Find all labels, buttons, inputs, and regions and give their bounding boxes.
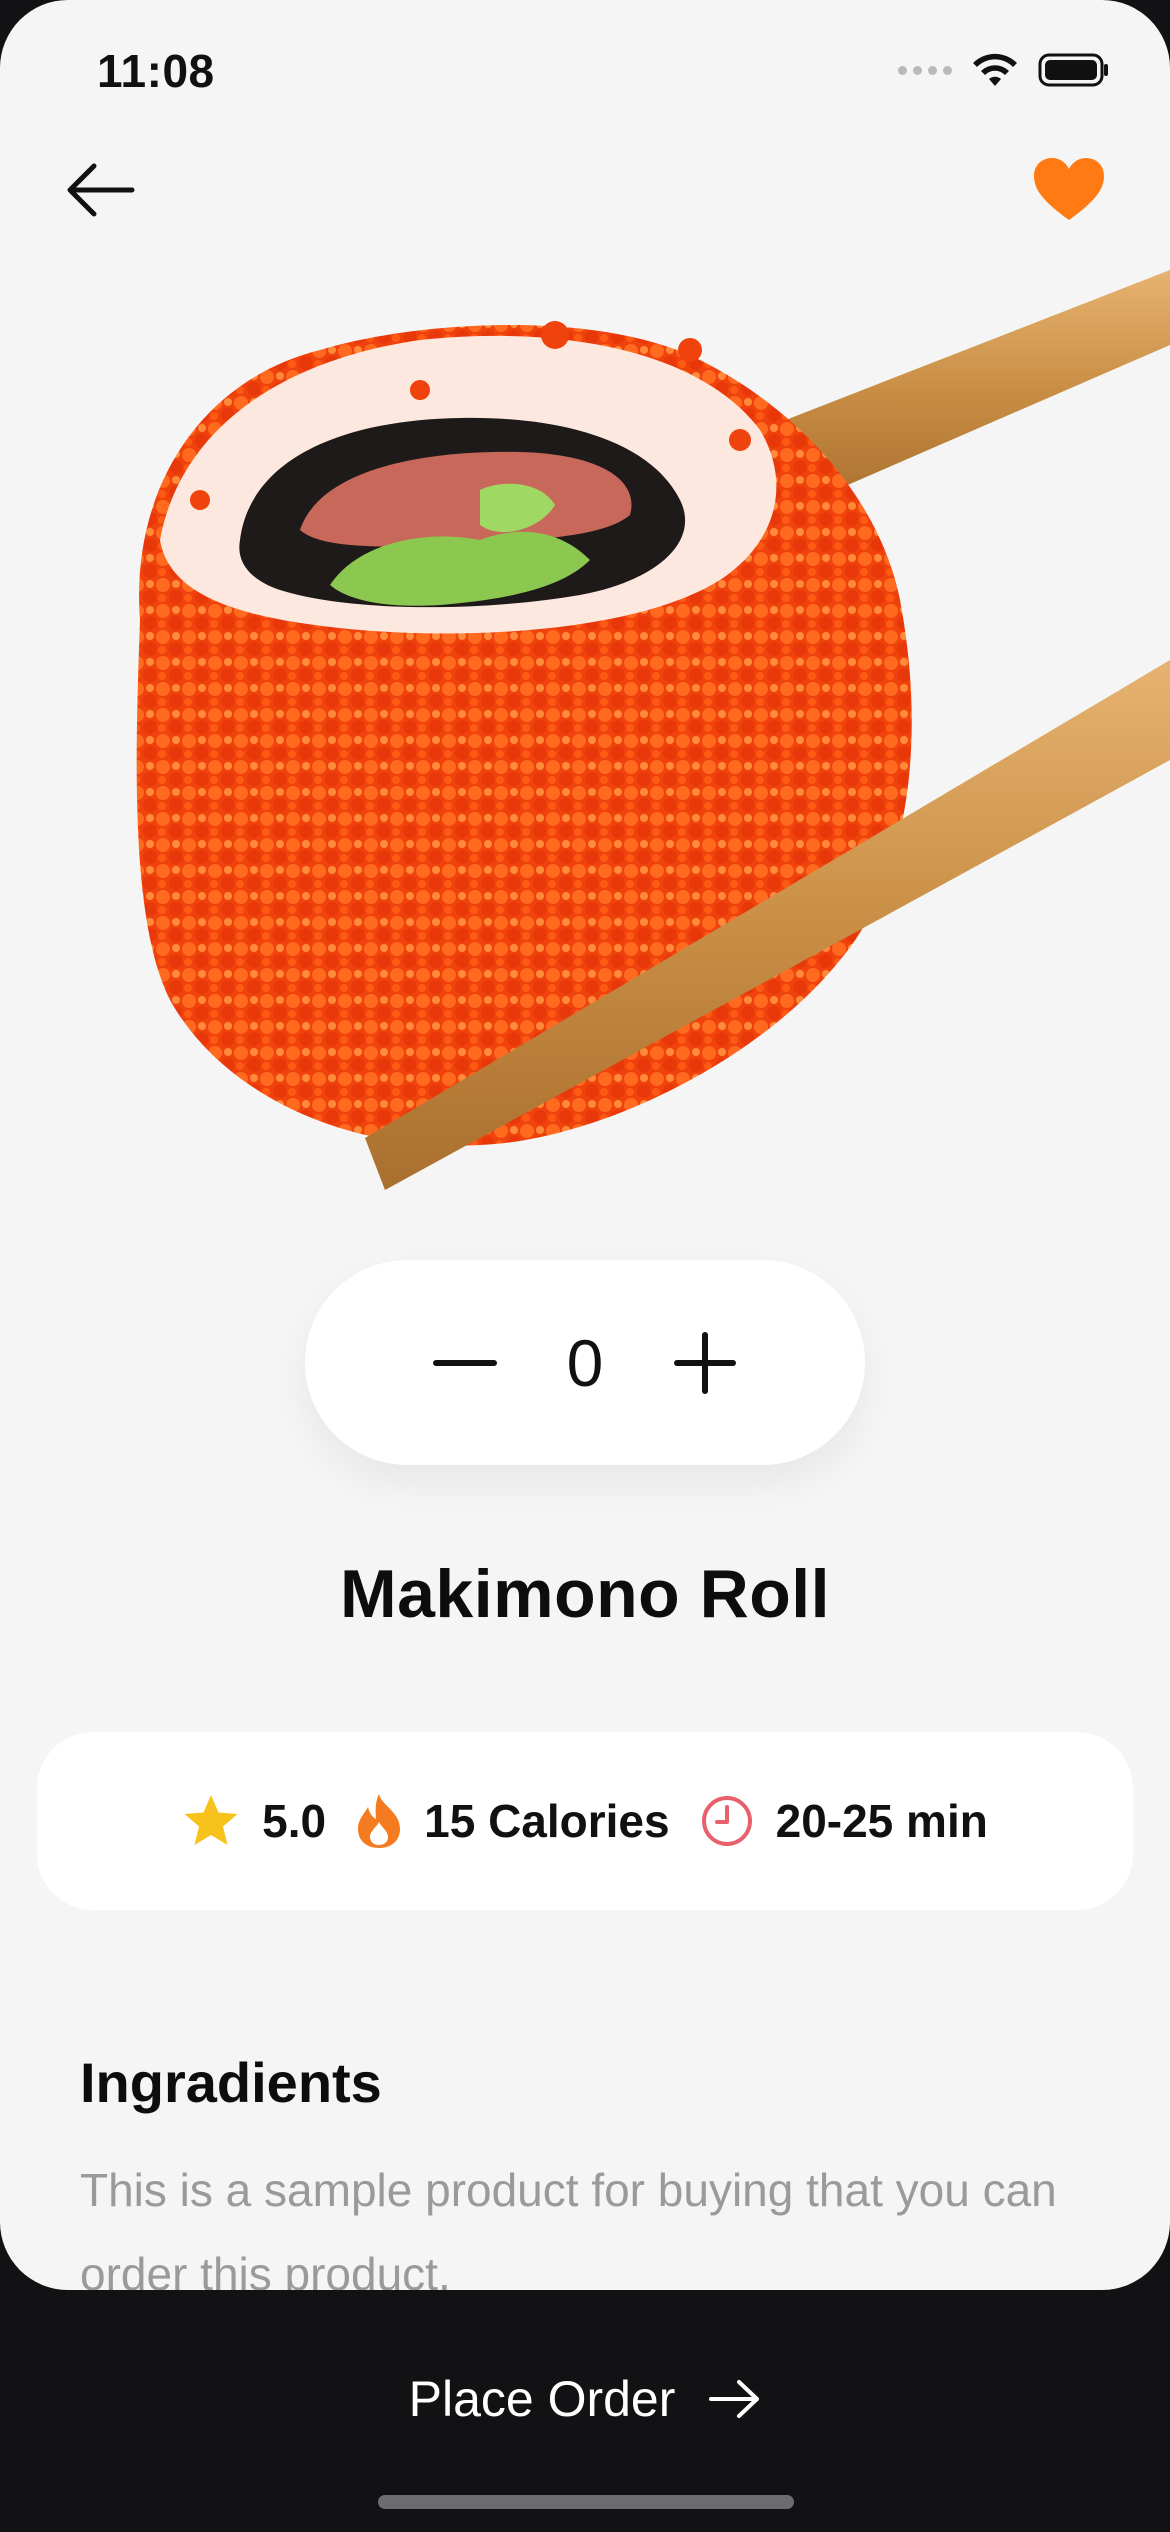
minus-icon bbox=[433, 1359, 497, 1366]
flame-icon bbox=[358, 1794, 401, 1848]
calories-value: 15 Calories bbox=[424, 1795, 670, 1847]
calories-info: 15 Calories bbox=[356, 1792, 670, 1850]
plus-icon bbox=[674, 1331, 736, 1394]
rating-value: 5.0 bbox=[262, 1795, 327, 1847]
clock-icon bbox=[701, 1796, 752, 1846]
status-time: 11:08 bbox=[97, 45, 215, 97]
cellular-signal-icon bbox=[898, 65, 952, 75]
ingredients-title: Ingradients bbox=[80, 2051, 382, 2114]
home-indicator bbox=[378, 2495, 794, 2509]
quantity-stepper: 0 bbox=[305, 1260, 865, 1465]
ingredients-description: This is a sample product for buying that… bbox=[80, 2164, 1057, 2290]
place-order-button[interactable]: Place Order bbox=[0, 2370, 1170, 2428]
product-info-card: 5.0 15 Calories 20-25 min bbox=[37, 1732, 1133, 1910]
heart-icon bbox=[1034, 158, 1104, 220]
product-card: 11:08 0 Makimono Roll 5.0 15 Calories 20… bbox=[0, 0, 1170, 2290]
increase-button[interactable] bbox=[665, 1323, 745, 1403]
arrow-right-icon bbox=[709, 2380, 760, 2418]
arrow-left-icon bbox=[67, 163, 135, 217]
wifi-icon bbox=[973, 53, 1017, 86]
sushi-roll-image bbox=[136, 270, 1170, 1190]
favorite-button[interactable] bbox=[1028, 148, 1110, 230]
back-button[interactable] bbox=[60, 150, 140, 230]
battery-icon bbox=[1038, 53, 1108, 87]
star-icon bbox=[184, 1795, 238, 1845]
place-order-label: Place Order bbox=[408, 2371, 676, 2427]
decrease-button[interactable] bbox=[425, 1323, 505, 1403]
time-info: 20-25 min bbox=[700, 1794, 988, 1848]
rating-info: 5.0 bbox=[182, 1793, 326, 1849]
product-detail-screen: 11:08 0 Makimono Roll 5.0 15 Calories 20… bbox=[0, 0, 1170, 2532]
time-value: 20-25 min bbox=[775, 1795, 988, 1847]
product-title: Makimono Roll bbox=[339, 1556, 831, 1632]
quantity-value: 0 bbox=[566, 1325, 604, 1400]
status-icons bbox=[898, 52, 1110, 88]
